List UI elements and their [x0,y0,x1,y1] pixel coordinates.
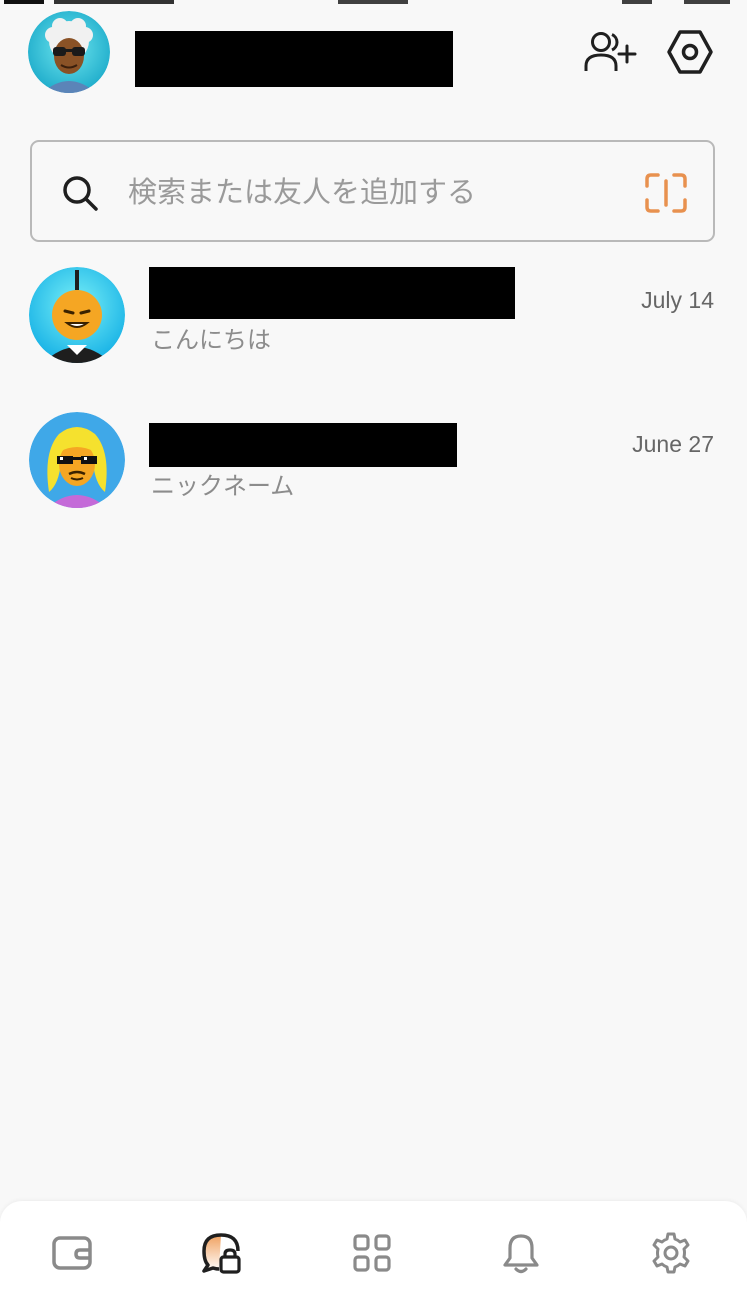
conversation-item[interactable]: こんにちは July 14 [0,258,747,378]
target-button[interactable] [666,29,714,75]
contact-avatar-image [29,267,125,363]
add-person-icon [584,32,637,71]
add-friend-button[interactable] [583,30,639,74]
search-icon [63,176,98,211]
tab-chat[interactable] [199,1231,243,1275]
messenger-screen: こんにちは July 14 ニックネーム June 27 [0,0,747,1303]
bell-icon [503,1234,539,1274]
gear-icon [652,1232,690,1274]
search-bar[interactable] [30,140,715,242]
conversation-date: June 27 [632,431,714,457]
conversation-date: July 14 [641,287,714,313]
contact-avatar [29,267,125,363]
conversation-preview: ニックネーム [151,472,295,500]
qr-scan-icon[interactable] [644,172,688,214]
contact-name-redacted [149,423,457,467]
bottom-tab-bar [0,1201,747,1303]
apps-grid-icon [353,1234,391,1272]
profile-name-redacted [135,31,453,87]
profile-avatar-image [28,11,110,93]
hexagon-target-icon [667,30,713,74]
contact-avatar-image [29,412,125,508]
conversation-item[interactable]: ニックネーム June 27 [0,402,747,522]
status-bar-signal-icon [4,0,174,4]
status-bar-battery-icon [622,0,730,4]
profile-avatar[interactable] [28,11,110,93]
tab-apps[interactable] [350,1231,394,1275]
contact-avatar [29,412,125,508]
wallet-icon [52,1236,92,1270]
tab-notifications[interactable] [499,1231,543,1275]
status-bar-time [338,0,408,4]
conversation-preview: こんにちは [151,326,271,354]
chat-lock-icon [202,1233,241,1274]
status-bar [0,0,747,6]
tab-settings[interactable] [649,1231,693,1275]
search-input[interactable] [128,166,598,218]
tab-wallet[interactable] [50,1231,94,1275]
contact-name-redacted [149,267,515,319]
